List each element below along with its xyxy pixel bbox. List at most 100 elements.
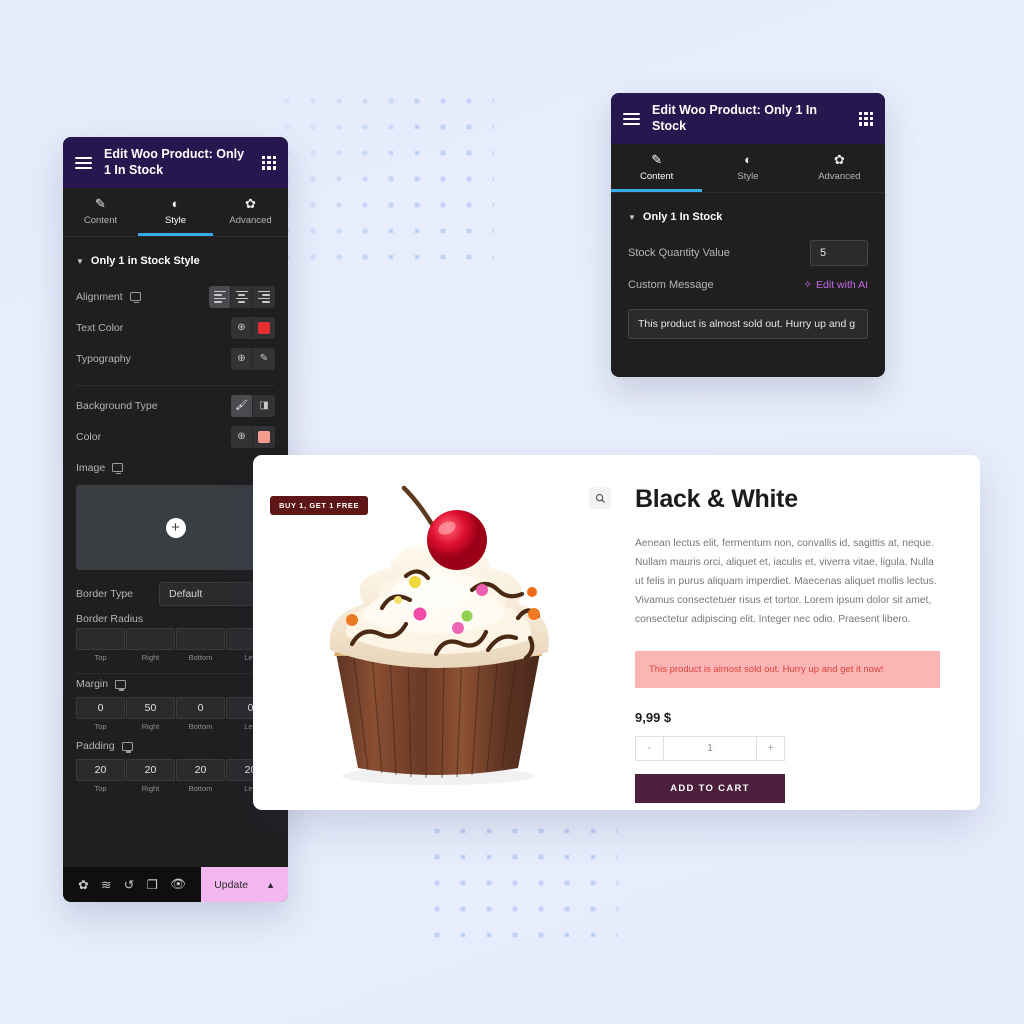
text-color-swatch[interactable] [253,316,275,339]
section-title: Only 1 In Stock [642,211,723,224]
typography-edit-pencil-icon[interactable]: ✎ [253,347,275,370]
section-only-1-in-stock-style[interactable]: ▼ Only 1 in Stock Style [76,237,275,281]
gear-icon: ✿ [245,196,256,212]
layers-icon[interactable]: ≋ [101,877,111,892]
desktop-device-icon[interactable] [129,292,141,304]
control-border-type: Border Type Default [76,578,275,609]
quantity-input[interactable]: 1 [663,737,757,761]
dim-label-bottom: Bottom [188,653,213,663]
hamburger-icon[interactable] [75,156,92,169]
product-price: 9,99 $ [635,710,672,726]
desktop-device-icon[interactable] [121,741,133,753]
background-color-swatch[interactable] [253,425,275,448]
background-dot-pattern-top [268,82,494,272]
history-icon[interactable]: ↺ [124,877,134,892]
border-radius-bottom-input[interactable] [176,628,225,651]
tab-content[interactable]: ✎ Content [611,144,703,193]
chevron-up-icon[interactable]: ▲ [266,880,275,890]
right-panel-title: Edit Woo Product: Only 1 In Stock [652,103,818,133]
section-title: Only 1 in Stock Style [90,255,200,268]
margin-right-input[interactable]: 50 [126,697,175,720]
padding-right-input[interactable]: 20 [126,759,175,782]
padding-inputs: 20 Top 20 Right 20 Bottom 20 Left [76,759,275,793]
left-panel-tabs: ✎ Content ◐ Style ✿ Advanced [63,188,288,238]
desktop-device-icon[interactable] [112,463,124,475]
control-image-label: Image [76,461,106,474]
control-text-color: Text Color ⊕ [76,312,275,343]
control-alignment: Alignment [76,281,275,312]
align-right-button[interactable] [253,285,275,308]
stock-quantity-input[interactable]: 5 [810,240,868,267]
margin-top-input[interactable]: 0 [76,697,125,720]
background-classic-brush-icon[interactable]: 🖌 [231,394,253,417]
elementor-content-panel: Edit Woo Product: Only 1 In Stock ✎ Cont… [611,93,885,377]
desktop-device-icon[interactable] [115,679,127,691]
grid-apps-icon[interactable] [262,155,276,170]
border-radius-right-input[interactable] [126,628,175,651]
tab-content[interactable]: ✎ Content [63,188,138,236]
chevron-down-icon: ▼ [76,256,84,266]
custom-message-textarea[interactable]: This product is almost sold out. Hurry u… [628,309,868,340]
tab-content-label: Content [83,215,118,227]
control-padding: Padding 20 Top 20 Right 20 Bottom 20 Left [76,731,275,793]
control-margin-label: Margin [76,678,109,691]
section-only-1-in-stock[interactable]: ▼ Only 1 In Stock [628,193,868,237]
product-title: Black & White [635,485,798,513]
padding-bottom-input[interactable]: 20 [176,759,225,782]
quantity-increase-button[interactable]: + [757,737,784,760]
background-gradient-icon[interactable]: ◨ [253,394,275,417]
border-radius-top-input[interactable] [76,628,125,651]
color-controls: ⊕ [231,425,275,448]
update-button-label: Update [214,878,249,891]
control-background-type: Background Type 🖌 ◨ [76,390,275,421]
dim-label-bottom: Bottom [188,722,213,732]
dim-label-right: Right [141,784,160,794]
globe-icon[interactable]: ⊕ [231,347,253,370]
plus-icon: + [165,517,186,538]
padding-top-input[interactable]: 20 [76,759,125,782]
typography-controls: ⊕ ✎ [231,347,275,370]
stock-quantity-label: Stock Quantity Value [628,247,730,260]
control-alignment-label: Alignment [76,290,123,303]
grid-apps-icon[interactable] [859,111,873,126]
align-left-button[interactable] [209,285,231,308]
control-typography: Typography ⊕ ✎ [76,343,275,374]
control-text-color-label: Text Color [76,321,124,334]
update-button[interactable]: Update ▲ [201,867,288,902]
pencil-icon: ✎ [651,152,663,168]
text-color-controls: ⊕ [231,316,275,339]
border-radius-inputs: Top Right Bottom Left [76,628,275,662]
tab-style[interactable]: ◐ Style [702,144,793,192]
settings-gear-icon[interactable]: ✿ [78,877,88,892]
control-border-radius-label: Border Radius [76,613,144,626]
control-border-radius: Border Radius Top Right Bottom Left [76,609,275,662]
tab-advanced[interactable]: ✿ Advanced [213,188,288,236]
right-panel-header: Edit Woo Product: Only 1 In Stock [611,93,885,145]
chevron-down-icon: ▼ [628,212,636,222]
control-margin: Margin 0 Top 50 Right 0 Bottom 0 Left [76,678,275,731]
contrast-icon: ◐ [171,196,180,212]
tab-advanced-label: Advanced [818,171,861,183]
tab-style[interactable]: ◐ Style [138,188,213,237]
magnifier-icon[interactable] [589,487,611,509]
image-upload-dropzone[interactable]: + [76,485,275,571]
edit-with-ai-label: Edit with AI [816,278,868,291]
margin-bottom-input[interactable]: 0 [176,697,225,720]
control-stock-quantity: Stock Quantity Value 5 [628,237,868,269]
tab-advanced[interactable]: ✿ Advanced [794,144,885,192]
quantity-decrease-button[interactable]: - [636,737,663,760]
add-to-cart-button[interactable]: ADD TO CART [635,774,785,804]
control-color: Color ⊕ [76,421,275,452]
responsive-icon[interactable]: ❐ [147,877,158,892]
preview-eye-icon[interactable]: 👁 [170,877,186,892]
quantity-stepper: - 1 + [635,736,785,762]
promo-badge: BUY 1, GET 1 FREE [270,496,369,515]
dim-label-top: Top [94,784,107,794]
globe-icon[interactable]: ⊕ [231,425,253,448]
edit-with-ai-button[interactable]: ✧ Edit with AI [803,279,868,291]
product-image-area: BUY 1, GET 1 FREE [253,455,623,810]
align-center-button[interactable] [231,285,253,308]
hamburger-icon[interactable] [623,112,640,125]
control-background-type-label: Background Type [76,399,158,412]
globe-icon[interactable]: ⊕ [231,316,253,339]
